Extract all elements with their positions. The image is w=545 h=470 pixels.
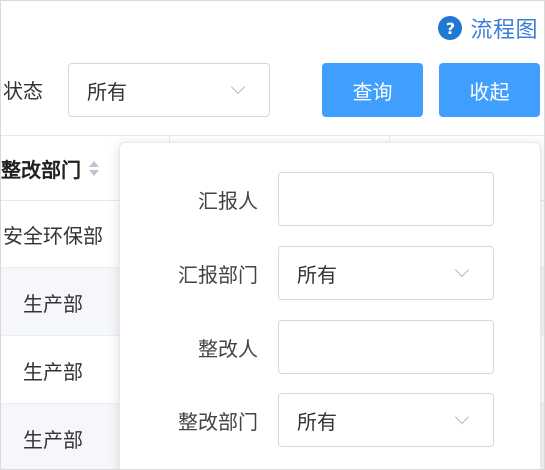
rectify-dept-select-value: 所有 — [297, 409, 337, 434]
question-circle-icon: ? — [438, 16, 463, 40]
status-select[interactable]: 所有 — [68, 63, 270, 117]
report-dept-select[interactable]: 所有 — [278, 246, 494, 300]
column-header-label: 整改部门 — [1, 157, 81, 182]
rectify-dept-label: 整改部门 — [178, 409, 258, 434]
table-cell-dept: 安全环保部 — [3, 223, 103, 248]
query-button[interactable]: 查询 — [322, 63, 423, 117]
table-cell-dept: 生产部 — [23, 427, 83, 452]
rectify-dept-select[interactable]: 所有 — [278, 393, 494, 447]
chevron-down-icon — [230, 79, 246, 95]
flowchart-link[interactable]: ? 流程图 — [438, 12, 538, 44]
chevron-down-icon — [454, 409, 470, 425]
reporter-input[interactable] — [278, 172, 494, 226]
report-dept-select-value: 所有 — [297, 262, 337, 287]
table-cell-dept: 生产部 — [23, 291, 83, 316]
report-dept-label: 汇报部门 — [178, 262, 258, 287]
rectifier-label: 整改人 — [198, 336, 258, 361]
reporter-label: 汇报人 — [198, 188, 258, 213]
flowchart-link-label: 流程图 — [470, 18, 538, 43]
status-filter-label: 状态 — [3, 79, 43, 103]
chevron-down-icon — [454, 262, 470, 278]
sort-icon[interactable] — [89, 160, 99, 176]
status-select-value: 所有 — [87, 79, 127, 104]
column-header-rectify-dept[interactable]: 整改部门 — [1, 136, 99, 200]
rectifier-input[interactable] — [278, 320, 494, 374]
advanced-search-popover: 汇报人 汇报部门 所有 整改人 整改部门 所有 — [119, 142, 541, 469]
table-cell-dept: 生产部 — [23, 359, 83, 384]
collapse-button[interactable]: 收起 — [439, 63, 540, 117]
window: ? 流程图 状态 所有 查询 收起 整改部门 安全环保部 生产部 生产部 生产部… — [0, 0, 545, 470]
